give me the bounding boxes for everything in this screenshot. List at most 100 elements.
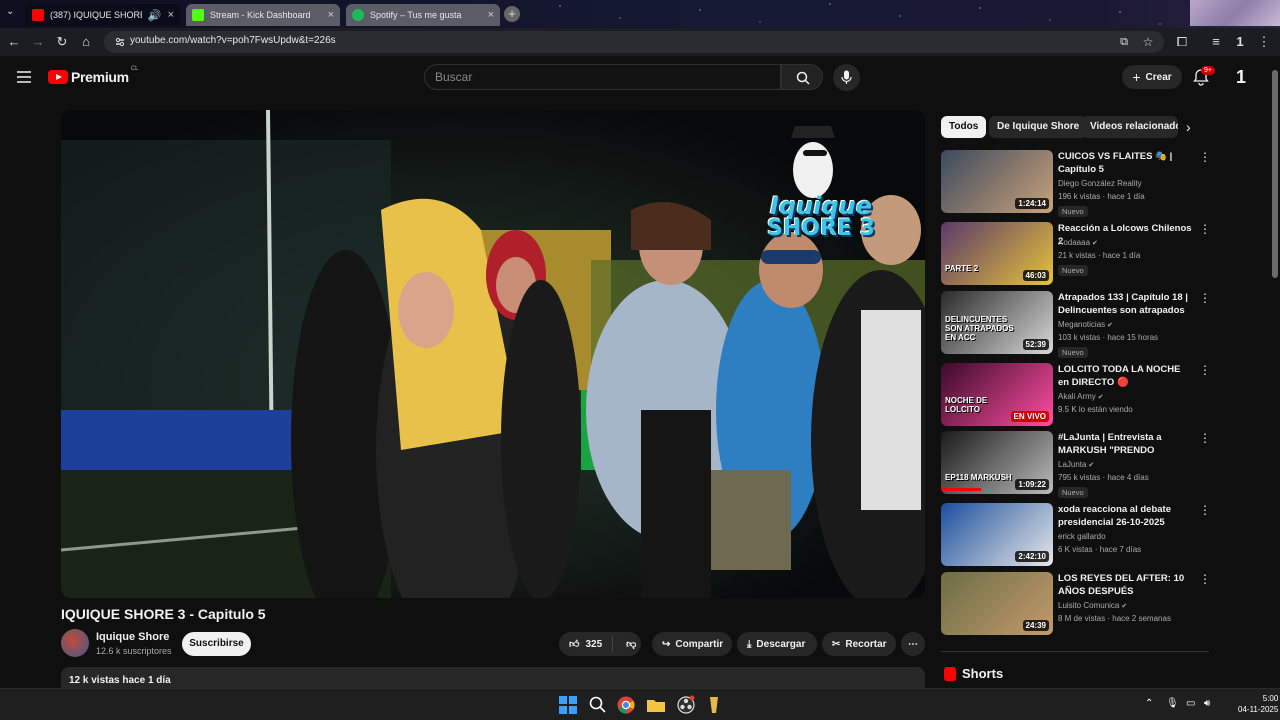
youtube-play-icon [48, 70, 68, 84]
tab-search-icon[interactable]: ⌄ [6, 6, 14, 17]
like-button[interactable]: 👍︎ 325 [559, 636, 614, 652]
kebab-menu-icon[interactable]: ⋮ [1199, 431, 1211, 445]
video-duration: 24:39 [1022, 620, 1049, 631]
chip-de-iquique-shore[interactable]: De Iquique Shore [989, 116, 1088, 138]
recommended-channel[interactable]: LaJunta ✔ [1058, 460, 1094, 469]
scrollbar-thumb[interactable] [1272, 70, 1278, 278]
voice-search-button[interactable] [833, 64, 860, 91]
youtube-premium-logo[interactable]: Premium CL [48, 66, 138, 85]
new-tab-button[interactable]: + [504, 6, 520, 22]
search-button[interactable] [781, 64, 823, 90]
close-tab-icon[interactable]: × [328, 9, 334, 21]
bookmark-star-icon[interactable]: ☆ [1140, 34, 1156, 50]
dislike-button[interactable]: 👎︎ [618, 638, 644, 650]
kebab-menu-icon[interactable]: ⋮ [1199, 222, 1211, 236]
menu-kebab-icon[interactable]: ⋮ [1256, 34, 1272, 50]
browser-tab-spotify[interactable]: Spotify – Tus me gusta × [346, 4, 500, 26]
media-controls-icon[interactable]: ≡ [1208, 34, 1224, 50]
recommended-channel[interactable]: Diego González Reality [1058, 179, 1142, 188]
windows-start-icon[interactable] [558, 695, 578, 715]
kebab-menu-icon[interactable]: ⋮ [1199, 572, 1211, 586]
search-icon[interactable] [588, 695, 608, 715]
video-thumbnail[interactable]: PARTE 2 46:03 [941, 222, 1053, 285]
address-bar[interactable]: youtube.com/watch?v=poh7FwsUpdw&t=226s ⧉… [104, 31, 1164, 53]
recommended-channel[interactable]: Luisito Comunica ✔ [1058, 601, 1127, 610]
kebab-menu-icon[interactable]: ⋮ [1199, 150, 1211, 164]
close-tab-icon[interactable]: × [168, 9, 174, 21]
network-icon[interactable]: ▭ [1186, 698, 1195, 709]
extensions-icon[interactable]: ⧠ [1174, 34, 1190, 50]
kebab-menu-icon[interactable]: ⋮ [1199, 291, 1211, 305]
profile-icon[interactable]: 1 [1232, 34, 1248, 50]
more-actions-button[interactable]: ⋯ [901, 632, 925, 656]
recommended-meta: 103 k vistas · hace 15 horas [1058, 333, 1159, 342]
recommended-channel[interactable]: Akali Army ✔ [1058, 392, 1104, 401]
recommended-video[interactable]: EP118 MARKUSH 1:09:22 #LaJunta | Entrevist… [941, 431, 1211, 498]
recommended-video[interactable]: 2:42:10 xoda reacciona al debate presiden… [941, 503, 1211, 569]
recommended-video-title[interactable]: CUICOS VS FLAITES 🎭 | Capítulo 5 [1058, 150, 1194, 176]
speaker-icon[interactable]: 🔊 [148, 9, 162, 22]
channel-name[interactable]: Iquique Shore [96, 631, 169, 643]
recommended-video[interactable]: PARTE 2 46:03 Reacción a Lolcows Chilenos … [941, 222, 1211, 288]
recommended-video-title[interactable]: LOLCITO TODA LA NOCHE en DIRECTO 🔴 [1058, 363, 1194, 389]
chip-todos[interactable]: Todos [941, 116, 987, 138]
recommended-video-title[interactable]: LOS REYES DEL AFTER: 10 AÑOS DESPUÉS [1058, 572, 1194, 598]
window-controls[interactable] [1190, 0, 1280, 26]
video-thumbnail[interactable]: 24:39 [941, 572, 1053, 635]
verified-icon: ✔ [1086, 462, 1095, 469]
chrome-icon[interactable] [616, 695, 636, 715]
create-button[interactable]: + Crear [1122, 65, 1182, 89]
recommended-video-title[interactable]: xoda reacciona al debate presidencial 26… [1058, 503, 1194, 529]
home-icon[interactable]: ⌂ [78, 34, 94, 50]
recommended-video-title[interactable]: #LaJunta | Entrevista a MARKUSH "PRENDO … [1058, 431, 1194, 457]
microphone-icon[interactable]: 🎙︎ [1166, 698, 1179, 709]
search-input[interactable] [424, 64, 781, 90]
divider [941, 651, 1209, 652]
video-duration: 1:24:14 [1015, 198, 1049, 209]
video-player[interactable]: Iquique SHORE 3 [61, 110, 925, 598]
app-icon[interactable] [704, 695, 724, 715]
recommended-channel[interactable]: Meganoticias ✔ [1058, 320, 1113, 329]
channel-avatar[interactable] [61, 629, 89, 657]
volume-icon[interactable]: 🔊︎ [1204, 698, 1210, 709]
video-thumbnail[interactable]: NOCHE DE LOLCITO EN VIVO [941, 363, 1053, 426]
reload-icon[interactable]: ↻ [54, 34, 70, 50]
download-button[interactable]: ⤓ Descargar [737, 632, 817, 656]
recommended-video[interactable]: NOCHE DE LOLCITO EN VIVO LOLCITO TODA LA N… [941, 363, 1211, 429]
recommended-video[interactable]: 1:24:14 CUICOS VS FLAITES 🎭 | Capítulo 5 D… [941, 150, 1211, 217]
recommended-video-title[interactable]: Atrapados 133 | Capítulo 18 | Delincuent… [1058, 291, 1194, 317]
video-thumbnail[interactable]: EP118 MARKUSH 1:09:22 [941, 431, 1053, 494]
video-duration: 2:42:10 [1015, 551, 1049, 562]
clip-button[interactable]: ✂ Recortar [822, 632, 896, 656]
video-thumbnail[interactable]: 2:42:10 [941, 503, 1053, 566]
forward-arrow-icon[interactable]: → [30, 34, 46, 50]
chevron-up-icon[interactable]: ⌃ [1145, 698, 1153, 709]
system-clock[interactable]: 5:00 04-11-2025 [1238, 693, 1278, 715]
video-thumbnail[interactable]: 1:24:14 [941, 150, 1053, 213]
file-explorer-icon[interactable] [646, 695, 666, 715]
recommended-channel[interactable]: erick gallardo [1058, 532, 1106, 541]
account-avatar[interactable]: 1 [1230, 66, 1252, 88]
site-info-icon[interactable] [114, 36, 126, 48]
back-arrow-icon[interactable]: ← [6, 34, 22, 50]
chip-videos-relacionados[interactable]: Videos relacionados [1082, 116, 1178, 138]
video-thumbnail[interactable]: DELINCUENTES SON ATRAPADOS EN ACC 52:39 [941, 291, 1053, 354]
video-frame [61, 110, 925, 598]
obs-icon[interactable] [676, 695, 696, 715]
page-scrollbar[interactable] [1270, 56, 1280, 688]
install-app-icon[interactable]: ⧉ [1116, 34, 1132, 50]
hamburger-menu-icon[interactable] [17, 71, 31, 83]
browser-tab-kick[interactable]: Stream - Kick Dashboard × [186, 4, 340, 26]
channel-name: Luisito Comunica [1058, 601, 1120, 610]
recommended-video[interactable]: DELINCUENTES SON ATRAPADOS EN ACC 52:39 At… [941, 291, 1211, 358]
recommended-video[interactable]: 24:39 LOS REYES DEL AFTER: 10 AÑOS DESPUÉ… [941, 572, 1211, 638]
browser-tab-youtube[interactable]: (387) IQUIQUE SHORE 3 🔊 × [26, 4, 180, 26]
subscribe-button[interactable]: Suscribirse [182, 632, 251, 656]
kebab-menu-icon[interactable]: ⋮ [1199, 503, 1211, 517]
recommended-channel[interactable]: Xodaaaa ✔ [1058, 238, 1098, 247]
chevron-right-icon[interactable]: › [1186, 119, 1191, 135]
shorts-section-title: Shorts [962, 666, 1004, 681]
share-button[interactable]: ↪ Compartir [652, 632, 732, 656]
close-tab-icon[interactable]: × [488, 9, 494, 21]
kebab-menu-icon[interactable]: ⋮ [1199, 363, 1211, 377]
